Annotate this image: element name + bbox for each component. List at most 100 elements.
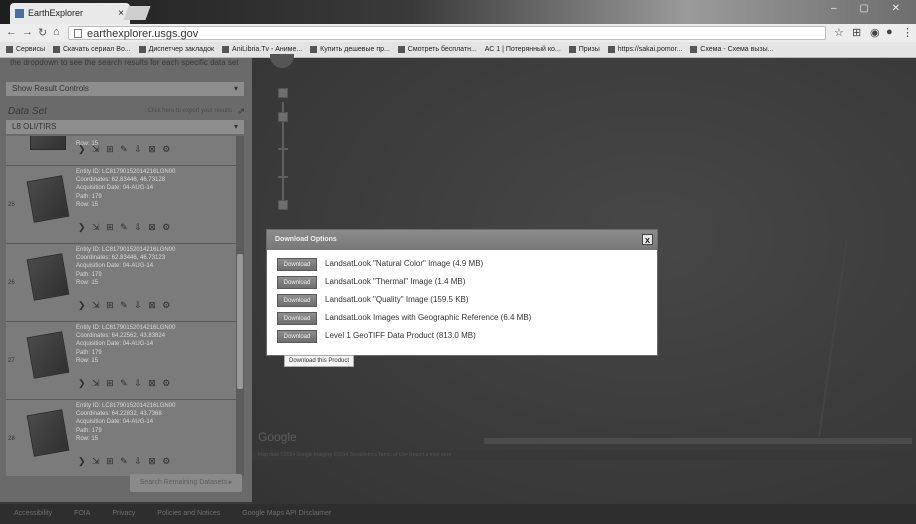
forward-arrow-icon[interactable]: → (22, 26, 33, 38)
bookmark-item[interactable]: Купить дешевые пр... (310, 42, 390, 57)
zoom-control[interactable] (278, 88, 288, 210)
path: Path: 179 (76, 349, 102, 356)
acquisition-date: Acquisition Date: 04-AUG-14 (76, 341, 154, 348)
results-panel: the dropdown to see the search results f… (0, 58, 252, 502)
results-list: Row: 15 ❯ ⇲ ⊞ ✎ ⇩ ⊠ ⚙ 25 Entity ID: LC81… (6, 136, 236, 476)
tab-title: EarthExplorer (28, 8, 84, 18)
scene-thumbnail[interactable] (26, 331, 70, 379)
reload-icon[interactable]: ↻ (38, 26, 47, 39)
export-results-link[interactable]: Click here to export your results (148, 108, 232, 114)
results-hint-text: the dropdown to see the search results f… (10, 58, 239, 67)
page-footer: Accessibility FOIA Privacy Policies and … (0, 504, 916, 524)
record-actions[interactable]: ❯ ⇲ ⊞ ✎ ⇩ ⊠ ⚙ (78, 222, 172, 233)
record-index: 26 (8, 280, 15, 286)
bookmark-item[interactable]: АС 1 | Потерянный ко... (485, 42, 561, 57)
bookmark-item[interactable]: Смотреть бесплатн... (397, 42, 477, 57)
results-scrollbar[interactable] (236, 136, 244, 476)
download-option: Download LandsatLook "Thermal" Image (1.… (277, 276, 647, 291)
entity-id: Entity ID: LC81790152014216LGN00 (76, 247, 176, 253)
new-tab-button[interactable] (123, 6, 151, 20)
extension-circle-icon[interactable]: ◉ (870, 26, 880, 39)
zoom-tick (278, 148, 288, 150)
download-button[interactable]: Download (277, 276, 317, 289)
browser-tab-strip: EarthExplorer × – ▢ ✕ (0, 0, 916, 24)
window-controls[interactable]: – ▢ ✕ (831, 3, 910, 14)
caret-down-icon: ▾ (233, 122, 238, 131)
coordinates: Coordinates: 62.83446, 46.73128 (76, 177, 166, 184)
star-icon (138, 45, 146, 53)
bookmark-item[interactable]: https://sakai.pomor... (607, 42, 682, 57)
dialog-title: Download Options x (267, 230, 657, 250)
show-result-controls-toggle[interactable]: Show Result Controls ▾ (6, 82, 244, 96)
download-option: Download LandsatLook Images with Geograp… (277, 312, 647, 327)
list-item: 28 Entity ID: LC81790152014216LGN00 Coor… (6, 400, 236, 476)
download-option-label: LandsatLook "Thermal" Image (1.4 MB) (325, 277, 466, 286)
footer-link-google-disclaimer[interactable]: Google Maps API Disclaimer (242, 510, 331, 517)
scene-thumbnail[interactable] (26, 175, 70, 223)
home-icon[interactable]: ⌂ (53, 26, 60, 38)
zoom-out-icon[interactable] (278, 200, 288, 210)
row: Row: 15 (76, 435, 99, 442)
extension-icon[interactable]: ⊞ (852, 26, 861, 39)
record-index: 27 (8, 358, 15, 364)
record-actions[interactable]: ❯ ⇲ ⊞ ✎ ⇩ ⊠ ⚙ (78, 378, 172, 389)
download-button[interactable]: Download (277, 312, 317, 325)
bookmark-icon (690, 45, 698, 53)
entity-id: Entity ID: LC81790152014216LGN00 (76, 169, 176, 175)
back-arrow-icon[interactable]: ← (6, 26, 17, 38)
scene-thumbnail[interactable] (26, 253, 70, 301)
close-icon[interactable]: x (642, 234, 653, 245)
scene-thumbnail[interactable] (26, 409, 70, 457)
footer-link-foia[interactable]: FOIA (74, 510, 90, 517)
record-index: 28 (8, 436, 15, 442)
scene-thumbnail[interactable] (30, 136, 66, 150)
record-actions[interactable]: ❯ ⇲ ⊞ ✎ ⇩ ⊠ ⚙ (78, 144, 172, 155)
record-meta: Entity ID: LC81790152014216LGN00 Coordin… (76, 246, 175, 287)
bookmark-item[interactable]: Схема - Схема вызы... (690, 42, 773, 57)
url-field[interactable]: earthexplorer.usgs.gov (68, 26, 826, 40)
browser-tab[interactable]: EarthExplorer × (10, 3, 130, 24)
list-item: Row: 15 ❯ ⇲ ⊞ ✎ ⇩ ⊠ ⚙ (6, 136, 236, 166)
footer-link-policies[interactable]: Policies and Notices (157, 510, 220, 517)
map-copyright: Map data ©2014 Google Imagery ©2014 Terr… (252, 450, 916, 460)
pan-control[interactable] (270, 54, 294, 68)
download-button[interactable]: Download (277, 330, 317, 343)
zoom-slider-handle[interactable] (278, 112, 288, 122)
extension-dot-icon[interactable]: ● (886, 26, 893, 38)
search-remaining-button[interactable]: Search Remaining Datasets ▸ (130, 474, 242, 492)
tab-close-icon[interactable]: × (118, 3, 124, 24)
coordinates: Coordinates: 62.83446, 46.73123 (76, 255, 166, 262)
zoom-tick (278, 176, 288, 178)
bookmark-item[interactable]: Сервисы (6, 42, 45, 57)
path: Path: 179 (76, 271, 102, 278)
menu-icon[interactable]: ⋮ (902, 26, 913, 39)
download-option: Download Level 1 GeoTIFF Data Product (8… (277, 330, 647, 345)
zoom-in-icon[interactable] (278, 88, 288, 98)
bookmark-icon (607, 45, 615, 53)
bookmark-icon (397, 45, 405, 53)
record-actions[interactable]: ❯ ⇲ ⊞ ✎ ⇩ ⊠ ⚙ (78, 300, 172, 311)
download-option-label: Level 1 GeoTIFF Data Product (813.0 MB) (325, 331, 476, 340)
download-button[interactable]: Download (277, 258, 317, 271)
footer-link-accessibility[interactable]: Accessibility (14, 510, 52, 517)
url-text: earthexplorer.usgs.gov (87, 28, 199, 40)
apps-icon (6, 45, 13, 53)
path: Path: 179 (76, 193, 102, 200)
external-link-icon[interactable]: ⇗ (236, 106, 244, 117)
record-actions[interactable]: ❯ ⇲ ⊞ ✎ ⇩ ⊠ ⚙ (78, 456, 172, 467)
bookmark-item[interactable]: Скачать сериал Во... (52, 42, 131, 57)
map-road (818, 238, 848, 438)
google-logo: Google (258, 430, 297, 444)
scrollbar-thumb[interactable] (237, 254, 243, 389)
bookmark-star-icon[interactable]: ☆ (834, 26, 844, 39)
footer-link-privacy[interactable]: Privacy (112, 510, 135, 517)
row: Row: 15 (76, 201, 99, 208)
bookmark-item[interactable]: Диспетчер закладок (138, 42, 214, 57)
download-button[interactable]: Download (277, 294, 317, 307)
bookmark-icon (568, 45, 576, 53)
download-option-label: LandsatLook "Quality" Image (159.5 KB) (325, 295, 469, 304)
bookmark-item[interactable]: Призы (568, 42, 600, 57)
record-meta: Entity ID: LC81790152014216LGN00 Coordin… (76, 402, 175, 443)
record-meta: Entity ID: LC81790152014216LGN00 Coordin… (76, 324, 175, 365)
data-set-select[interactable]: L8 OLI/TIRS ▾ (6, 120, 244, 134)
